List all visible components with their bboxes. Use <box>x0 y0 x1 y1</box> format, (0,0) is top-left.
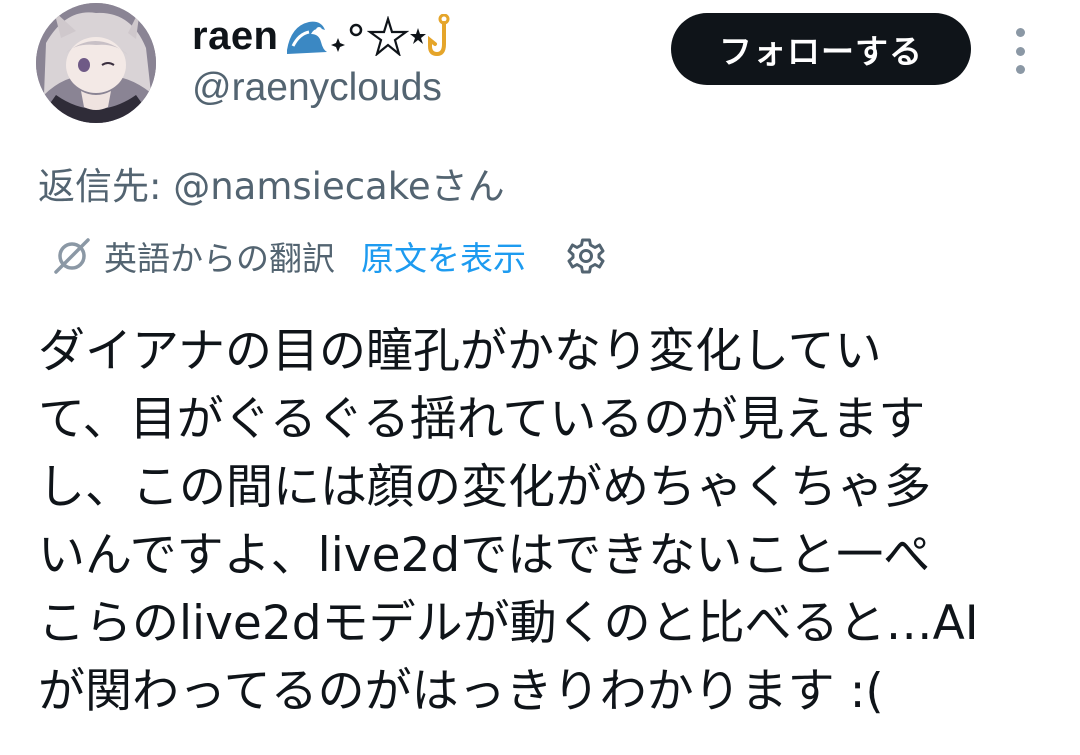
tweet-line: こらのlive2dモデルが動くのと比べると…AI <box>38 596 979 651</box>
sparkle-dots-icon <box>330 38 345 52</box>
small-circle-icon <box>349 23 362 37</box>
tweet-detail: raen @raenyclouds フォローする 返信先: @namsiecak… <box>0 0 1080 755</box>
display-name[interactable]: raen <box>192 10 457 62</box>
display-name-text: raen <box>192 13 279 58</box>
name-emoji-group <box>285 14 457 58</box>
tweet-line: ダイアナの目の瞳孔がかなり変化してい <box>38 324 882 379</box>
anime-character-avatar-icon <box>36 3 156 123</box>
small-star-icon <box>409 28 426 44</box>
gear-icon[interactable] <box>564 234 608 278</box>
user-handle[interactable]: @raenyclouds <box>192 66 442 110</box>
hook-icon <box>427 14 449 57</box>
vertical-ellipsis-icon <box>1015 28 1025 37</box>
tweet-line: し、この間には顔の変化がめちゃくちゃ多 <box>38 460 931 515</box>
water-wave-icon <box>286 21 327 55</box>
ellipsis-dot <box>1015 65 1025 74</box>
tweet-text: ダイアナの目の瞳孔がかなり変化してい て、目がぐるぐる揺れているのが見えます し… <box>38 318 1058 726</box>
show-original-link[interactable]: 原文を表示 <box>361 232 526 280</box>
translation-bar: 英語からの翻訳 原文を表示 <box>48 232 608 280</box>
translate-icon <box>54 238 90 274</box>
reply-to-line[interactable]: 返信先: @namsiecakeさん <box>38 156 505 210</box>
more-options-button[interactable] <box>1005 28 1035 74</box>
outline-star-icon <box>366 16 409 56</box>
avatar[interactable] <box>36 3 156 123</box>
tweet-line: が関わってるのがはっきりわかります :( <box>38 664 884 719</box>
tweet-line: いんですよ、live2dではできないこと一ぺ <box>38 528 931 583</box>
translated-from-label: 英語からの翻訳 <box>104 239 335 278</box>
tweet-line: て、目がぐるぐる揺れているのが見えます <box>38 392 926 447</box>
follow-button[interactable]: フォローする <box>671 13 971 85</box>
ellipsis-dot <box>1015 46 1025 56</box>
